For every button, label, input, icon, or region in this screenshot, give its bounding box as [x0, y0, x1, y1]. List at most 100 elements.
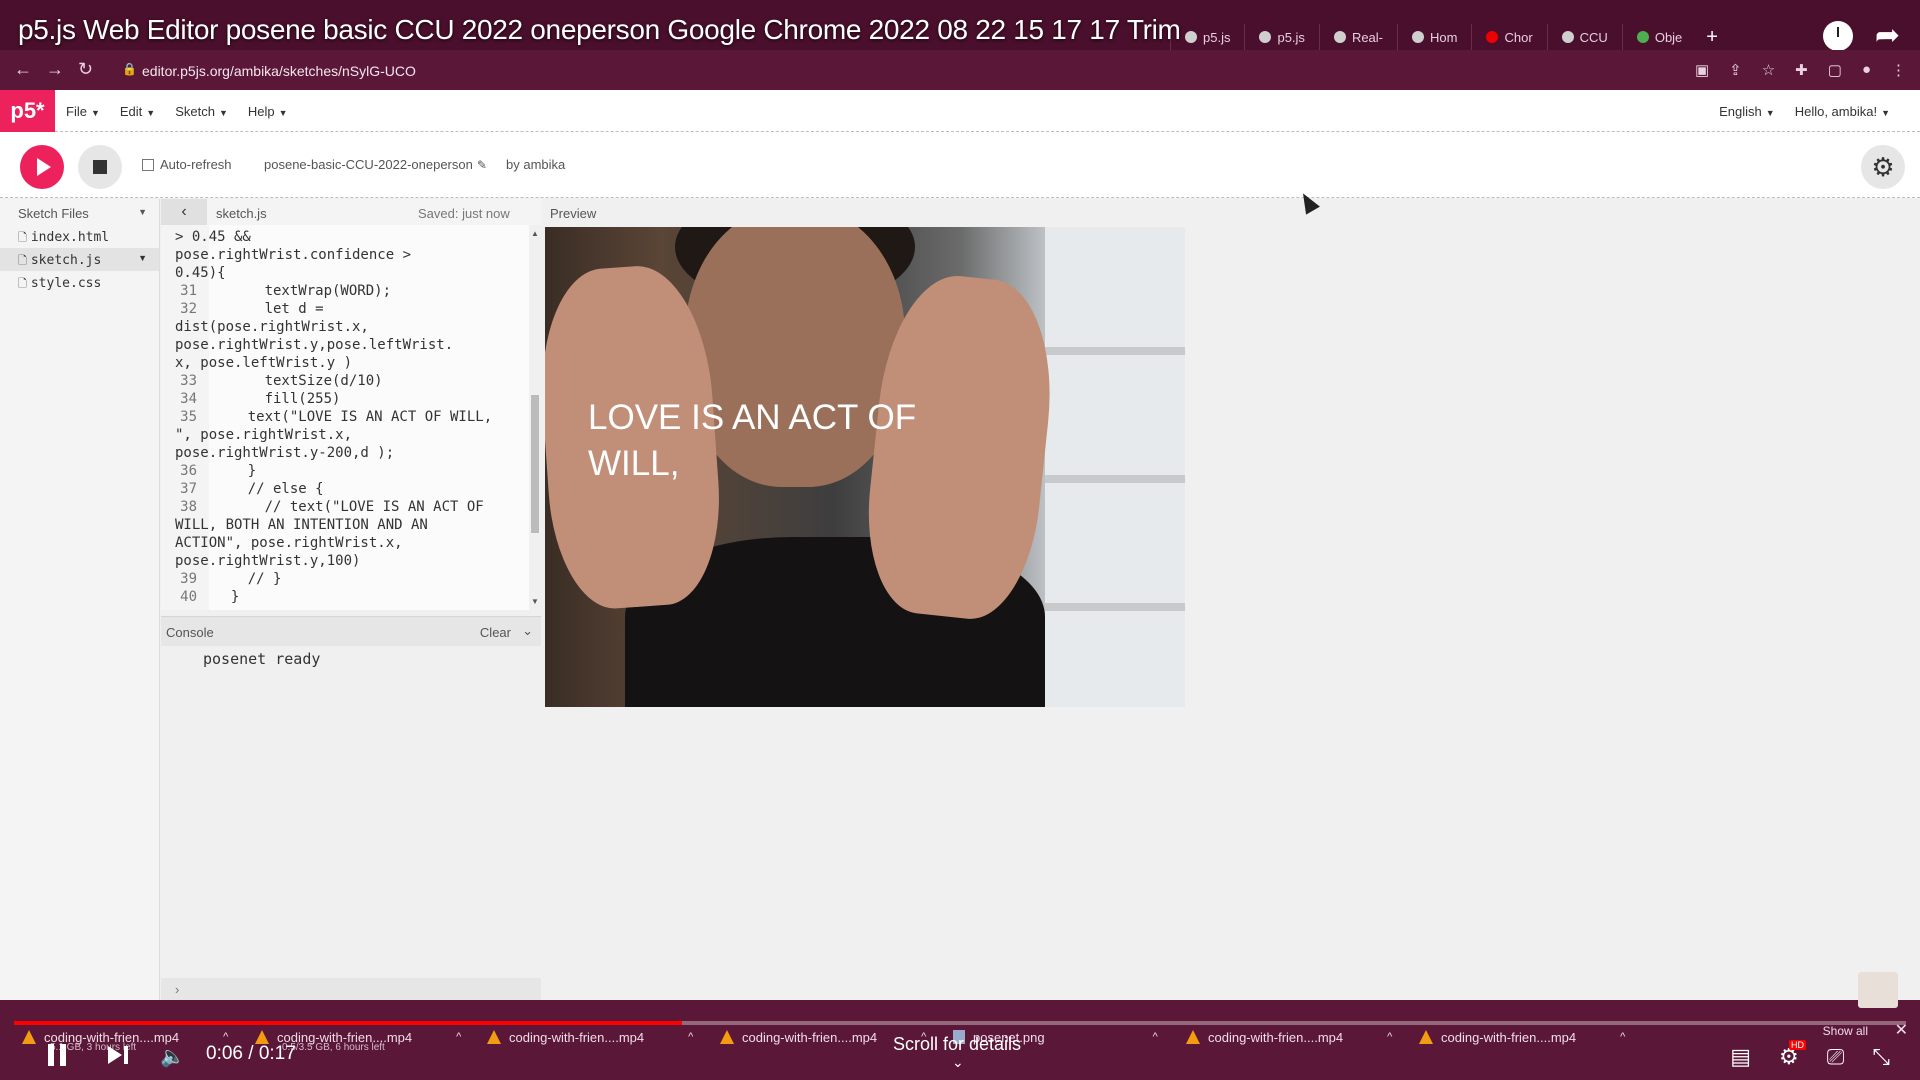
tab-favicon-icon: [1561, 31, 1574, 43]
code-line[interactable]: 37 // else {: [161, 481, 531, 499]
code-line[interactable]: 39 // }: [161, 571, 531, 589]
share-page-icon[interactable]: ⇪: [1729, 61, 1742, 79]
subtitles-icon[interactable]: ▤: [1730, 1044, 1751, 1070]
auto-refresh-checkbox[interactable]: [142, 158, 154, 171]
code-line[interactable]: 40 }: [161, 589, 531, 607]
caret-down-icon: ▼: [218, 107, 228, 118]
exit-fullscreen-icon[interactable]: ⤡: [1872, 1044, 1890, 1070]
code-line[interactable]: pose.rightWrist.confidence >: [161, 247, 531, 265]
code-line[interactable]: 32 let d =: [161, 301, 531, 319]
scroll-for-details[interactable]: Scroll for details: [893, 1034, 1021, 1055]
code-line[interactable]: pose.rightWrist.y-200,d );: [161, 445, 531, 463]
code-lines: > 0.45 && pose.rightWrist.confidence > 0.4…: [161, 229, 531, 607]
back-icon[interactable]: ←: [14, 59, 32, 80]
pause-icon[interactable]: [48, 1044, 66, 1066]
scroll-thumb[interactable]: [531, 395, 539, 533]
video-progress-bar[interactable]: [14, 1021, 1906, 1025]
code-line[interactable]: dist(pose.rightWrist.x,: [161, 319, 531, 337]
forward-icon[interactable]: →: [46, 59, 64, 80]
auto-refresh-toggle[interactable]: Auto-refresh: [142, 157, 232, 172]
caret-down-icon[interactable]: ▼: [138, 207, 147, 217]
code-line[interactable]: 33 textSize(d/10): [161, 373, 531, 391]
editor-tab[interactable]: sketch.js: [216, 206, 267, 221]
sketch-name[interactable]: posene-basic-CCU-2022-oneperson ✎: [264, 157, 487, 172]
line-number: 36: [180, 463, 197, 479]
code-text: textSize(d/10): [214, 373, 383, 389]
code-line[interactable]: 0.45){: [161, 265, 531, 283]
channel-avatar[interactable]: [1858, 972, 1898, 1008]
user-menu[interactable]: Hello, ambika! ▼: [1795, 104, 1890, 119]
next-icon[interactable]: [108, 1044, 130, 1066]
camera-icon[interactable]: ▣: [1695, 61, 1709, 79]
code-text: dist(pose.rightWrist.x,: [175, 319, 369, 335]
settings-hd-icon[interactable]: ⚙ HD: [1779, 1040, 1807, 1070]
side-panel-icon[interactable]: ▢: [1828, 61, 1842, 79]
scroll-up-icon[interactable]: ▲: [531, 229, 539, 238]
editor-scrollbar[interactable]: ▲ ▼: [529, 225, 541, 610]
code-line[interactable]: pose.rightWrist.y,100): [161, 553, 531, 571]
line-number: 32: [180, 301, 197, 317]
chevron-down-icon[interactable]: ⌄: [952, 1054, 964, 1071]
screen: p5.js p5.js Real- Hom Chor CCU Obje + p5…: [0, 0, 1920, 1080]
browser-tab[interactable]: CCU: [1546, 24, 1622, 50]
file-item-index-html[interactable]: 🗋 index.html: [0, 225, 159, 248]
code-line[interactable]: 36 }: [161, 463, 531, 481]
tab-list: p5.js p5.js Real- Hom Chor CCU Obje +: [1170, 24, 1718, 50]
url-field[interactable]: 🔒 editor.p5js.org/ambika/sketches/nSylG-…: [112, 56, 1652, 84]
code-line[interactable]: x, pose.leftWrist.y ): [161, 355, 531, 373]
console-message: posenet ready: [203, 650, 321, 668]
code-line[interactable]: pose.rightWrist.y,pose.leftWrist.: [161, 337, 531, 355]
browser-tab[interactable]: p5.js: [1244, 24, 1318, 50]
sketch-author[interactable]: by ambika: [506, 157, 565, 172]
caret-down-icon: ▼: [90, 107, 100, 118]
nav-right: English ▼ Hello, ambika! ▼: [1719, 90, 1890, 132]
code-line[interactable]: 38 // text("LOVE IS AN ACT OF: [161, 499, 531, 517]
preview-canvas[interactable]: LOVE IS AN ACT OF WILL,: [545, 227, 1185, 707]
browser-tab[interactable]: Chor: [1471, 24, 1546, 50]
code-line[interactable]: ACTION", pose.rightWrist.x,: [161, 535, 531, 553]
bookmark-star-icon[interactable]: ☆: [1762, 61, 1775, 79]
p5-logo[interactable]: p5*: [0, 90, 55, 132]
pencil-icon[interactable]: ✎: [477, 158, 487, 172]
browser-tab[interactable]: Hom: [1397, 24, 1471, 50]
menu-file[interactable]: File ▼: [66, 104, 100, 119]
share-icon[interactable]: ➦: [1875, 18, 1900, 53]
scroll-down-icon[interactable]: ▼: [531, 597, 539, 606]
reload-icon[interactable]: ↻: [78, 59, 93, 80]
new-tab-button[interactable]: +: [1706, 24, 1718, 50]
file-item-sketch-js[interactable]: 🗋 sketch.js ▼: [0, 248, 159, 271]
browser-tab[interactable]: Obje: [1621, 24, 1696, 50]
more-menu-icon[interactable]: ⋮: [1891, 61, 1906, 79]
code-line[interactable]: 31 textWrap(WORD);: [161, 283, 531, 301]
play-button[interactable]: [20, 145, 64, 189]
chevron-down-icon[interactable]: ⌄: [522, 623, 533, 639]
language-selector[interactable]: English ▼: [1719, 104, 1775, 119]
settings-gear-icon[interactable]: ⚙: [1861, 145, 1905, 189]
extensions-puzzle-icon[interactable]: ✚: [1795, 61, 1808, 79]
profile-avatar-icon[interactable]: ●: [1862, 61, 1871, 79]
code-line[interactable]: > 0.45 &&: [161, 229, 531, 247]
collapse-sidebar-button[interactable]: ‹: [161, 199, 207, 225]
code-line[interactable]: ", pose.rightWrist.x,: [161, 427, 531, 445]
code-line[interactable]: 34 fill(255): [161, 391, 531, 409]
code-text: // else {: [214, 481, 324, 497]
menu-edit[interactable]: Edit ▼: [120, 104, 155, 119]
code-editor[interactable]: > 0.45 && pose.rightWrist.confidence > 0.4…: [161, 225, 541, 610]
menu-help[interactable]: Help ▼: [248, 104, 288, 119]
file-item-style-css[interactable]: 🗋 style.css: [0, 271, 159, 294]
code-line[interactable]: 35 text("LOVE IS AN ACT OF WILL,: [161, 409, 531, 427]
file-options-icon[interactable]: ▼: [138, 253, 147, 263]
browser-tab[interactable]: p5.js: [1170, 24, 1244, 50]
stop-button[interactable]: [78, 145, 122, 189]
cast-icon[interactable]: ⎚: [1827, 1044, 1845, 1070]
file-icon: 🗋: [18, 278, 27, 290]
code-text: 0.45){: [175, 265, 226, 281]
menu-sketch[interactable]: Sketch ▼: [175, 104, 228, 119]
volume-icon[interactable]: 🔈: [160, 1044, 185, 1069]
code-line[interactable]: WILL, BOTH AN INTENTION AND AN: [161, 517, 531, 535]
browser-tab[interactable]: Real-: [1318, 24, 1397, 50]
menu-bar: File ▼ Edit ▼ Sketch ▼ Help ▼: [66, 90, 288, 132]
watch-later-icon[interactable]: [1822, 20, 1853, 51]
file-icon: 🗋: [18, 255, 27, 267]
console-clear-button[interactable]: Clear: [480, 625, 511, 640]
